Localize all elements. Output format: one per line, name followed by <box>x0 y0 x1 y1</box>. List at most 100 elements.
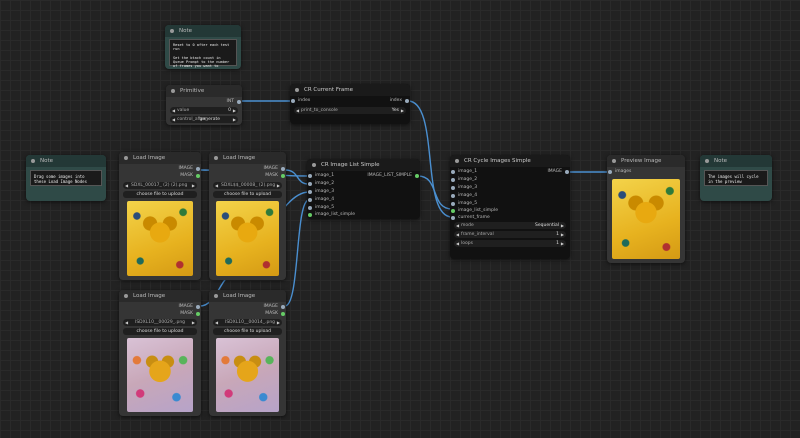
image-output[interactable]: IMAGE <box>178 166 201 172</box>
output-dot[interactable] <box>196 305 200 309</box>
prev-arrow-icon[interactable]: ◀ <box>456 222 459 229</box>
mask-output[interactable]: MASK <box>180 311 201 317</box>
control-after-generate-widget[interactable]: ◀ control_after_ generate ▶ <box>170 116 238 123</box>
image-4-input[interactable]: image_4 <box>450 193 477 199</box>
image-list-simple-node[interactable]: CR Image List Simple image_1 image_2 ima… <box>307 159 420 219</box>
image-1-input[interactable]: image_1 <box>307 173 334 179</box>
output-dot[interactable] <box>281 167 285 171</box>
image-list-simple-input[interactable]: image_list_simple <box>450 208 498 214</box>
image-file-widget[interactable]: ◀ SDXL_00017_ (2) (2).png ▶ <box>123 182 197 189</box>
index-output[interactable]: index <box>390 98 410 104</box>
output-dot[interactable] <box>405 99 409 103</box>
load-image-node-3[interactable]: Load Image IMAGE MASK ◀ ISDXL10__00029_.… <box>119 290 201 416</box>
upload-button[interactable]: choose file to upload <box>123 191 197 198</box>
input-dot[interactable] <box>308 206 312 210</box>
current-frame-input[interactable]: current_frame <box>450 215 490 221</box>
value-widget[interactable]: ◀ value 0 ▶ <box>170 107 238 114</box>
output-dot[interactable] <box>237 100 241 104</box>
prev-arrow-icon[interactable]: ◀ <box>215 182 218 189</box>
image-file-widget[interactable]: ◀ SDXL$$_00008_ (2).png ▶ <box>213 182 282 189</box>
image-file-widget[interactable]: ◀ ISDXL10__00014_.png ▶ <box>213 319 282 326</box>
output-dot[interactable] <box>281 305 285 309</box>
output-dot[interactable] <box>196 312 200 316</box>
image-5-input[interactable]: image_5 <box>450 201 477 207</box>
decrement-arrow-icon[interactable]: ◀ <box>172 107 175 114</box>
input-dot[interactable] <box>308 182 312 186</box>
upload-button[interactable]: choose file to upload <box>123 328 197 335</box>
index-input[interactable]: index <box>290 98 310 104</box>
note-node-right[interactable]: Note The images will cycle in the previe… <box>700 155 772 201</box>
preview-image-node[interactable]: Preview Image images <box>607 155 685 263</box>
increment-arrow-icon[interactable]: ▶ <box>561 231 564 238</box>
input-dot[interactable] <box>451 170 455 174</box>
prev-arrow-icon[interactable]: ◀ <box>125 182 128 189</box>
output-dot[interactable] <box>281 174 285 178</box>
image-list-simple-output[interactable]: IMAGE_LIST_SIMPLE <box>367 173 420 179</box>
image-output[interactable]: IMAGE <box>263 304 286 310</box>
note-text[interactable]: Reset to 0 after each test run Set the b… <box>169 39 237 69</box>
image-list-simple-input[interactable]: image_list_simple <box>307 212 355 218</box>
next-arrow-icon[interactable]: ▶ <box>277 319 280 326</box>
image-2-input[interactable]: image_2 <box>450 177 477 183</box>
mask-output[interactable]: MASK <box>265 173 286 179</box>
prev-arrow-icon[interactable]: ◀ <box>125 319 128 326</box>
output-dot[interactable] <box>415 174 419 178</box>
load-image-node-1[interactable]: Load Image IMAGE MASK ◀ SDXL_00017_ (2) … <box>119 152 201 280</box>
int-output[interactable]: INT <box>227 99 242 105</box>
image-output[interactable]: IMAGE <box>547 169 570 175</box>
decrement-arrow-icon[interactable]: ◀ <box>456 231 459 238</box>
input-dot[interactable] <box>308 198 312 202</box>
image-4-input[interactable]: image_4 <box>307 197 334 203</box>
upload-button[interactable]: choose file to upload <box>213 191 282 198</box>
next-arrow-icon[interactable]: ▶ <box>401 107 404 114</box>
note-node-left[interactable]: Note Drag some images into these Load Im… <box>26 155 106 201</box>
input-dot[interactable] <box>308 213 312 217</box>
next-arrow-icon[interactable]: ▶ <box>277 182 280 189</box>
next-arrow-icon[interactable]: ▶ <box>233 116 236 123</box>
current-frame-node[interactable]: CR Current Frame index index ◀ print_to_… <box>290 84 410 124</box>
image-3-input[interactable]: image_3 <box>307 189 334 195</box>
increment-arrow-icon[interactable]: ▶ <box>233 107 236 114</box>
input-dot[interactable] <box>451 202 455 206</box>
input-dot[interactable] <box>291 99 295 103</box>
frame-interval-widget[interactable]: ◀ frame_interval 1 ▶ <box>454 231 566 238</box>
loops-widget[interactable]: ◀ loops 1 ▶ <box>454 240 566 247</box>
input-dot[interactable] <box>608 170 612 174</box>
mask-output[interactable]: MASK <box>180 173 201 179</box>
note-text[interactable]: Drag some images into these Load Image N… <box>30 170 102 186</box>
output-dot[interactable] <box>565 170 569 174</box>
input-dot[interactable] <box>451 186 455 190</box>
input-dot[interactable] <box>451 178 455 182</box>
prev-arrow-icon[interactable]: ◀ <box>172 116 175 123</box>
next-arrow-icon[interactable]: ▶ <box>561 222 564 229</box>
note-text[interactable]: The images will cycle in the preview <box>704 170 768 186</box>
primitive-node[interactable]: Primitive INT ◀ value 0 ▶ ◀ control_afte… <box>166 85 242 125</box>
input-dot[interactable] <box>308 190 312 194</box>
image-output[interactable]: IMAGE <box>178 304 201 310</box>
image-file-widget[interactable]: ◀ ISDXL10__00029_.png ▶ <box>123 319 197 326</box>
next-arrow-icon[interactable]: ▶ <box>192 182 195 189</box>
print-to-console-widget[interactable]: ◀ print_to_console Yes ▶ <box>294 107 406 114</box>
prev-arrow-icon[interactable]: ◀ <box>215 319 218 326</box>
increment-arrow-icon[interactable]: ▶ <box>561 240 564 247</box>
load-image-node-4[interactable]: Load Image IMAGE MASK ◀ ISDXL10__00014_.… <box>209 290 286 416</box>
image-output[interactable]: IMAGE <box>263 166 286 172</box>
next-arrow-icon[interactable]: ▶ <box>192 319 195 326</box>
image-1-input[interactable]: image_1 <box>450 169 477 175</box>
input-dot[interactable] <box>308 174 312 178</box>
input-dot[interactable] <box>451 209 455 213</box>
mask-output[interactable]: MASK <box>265 311 286 317</box>
load-image-node-2[interactable]: Load Image IMAGE MASK ◀ SDXL$$_00008_ (2… <box>209 152 286 280</box>
image-3-input[interactable]: image_3 <box>450 185 477 191</box>
output-dot[interactable] <box>281 312 285 316</box>
input-dot[interactable] <box>451 194 455 198</box>
prev-arrow-icon[interactable]: ◀ <box>296 107 299 114</box>
image-2-input[interactable]: image_2 <box>307 181 334 187</box>
mode-widget[interactable]: ◀ mode Sequential ▶ <box>454 222 566 229</box>
cycle-images-simple-node[interactable]: CR Cycle Images Simple image_1 image_2 i… <box>450 155 570 259</box>
images-input[interactable]: images <box>607 169 631 175</box>
note-node-top[interactable]: Note Reset to 0 after each test run Set … <box>165 25 241 69</box>
input-dot[interactable] <box>451 216 455 220</box>
output-dot[interactable] <box>196 174 200 178</box>
decrement-arrow-icon[interactable]: ◀ <box>456 240 459 247</box>
